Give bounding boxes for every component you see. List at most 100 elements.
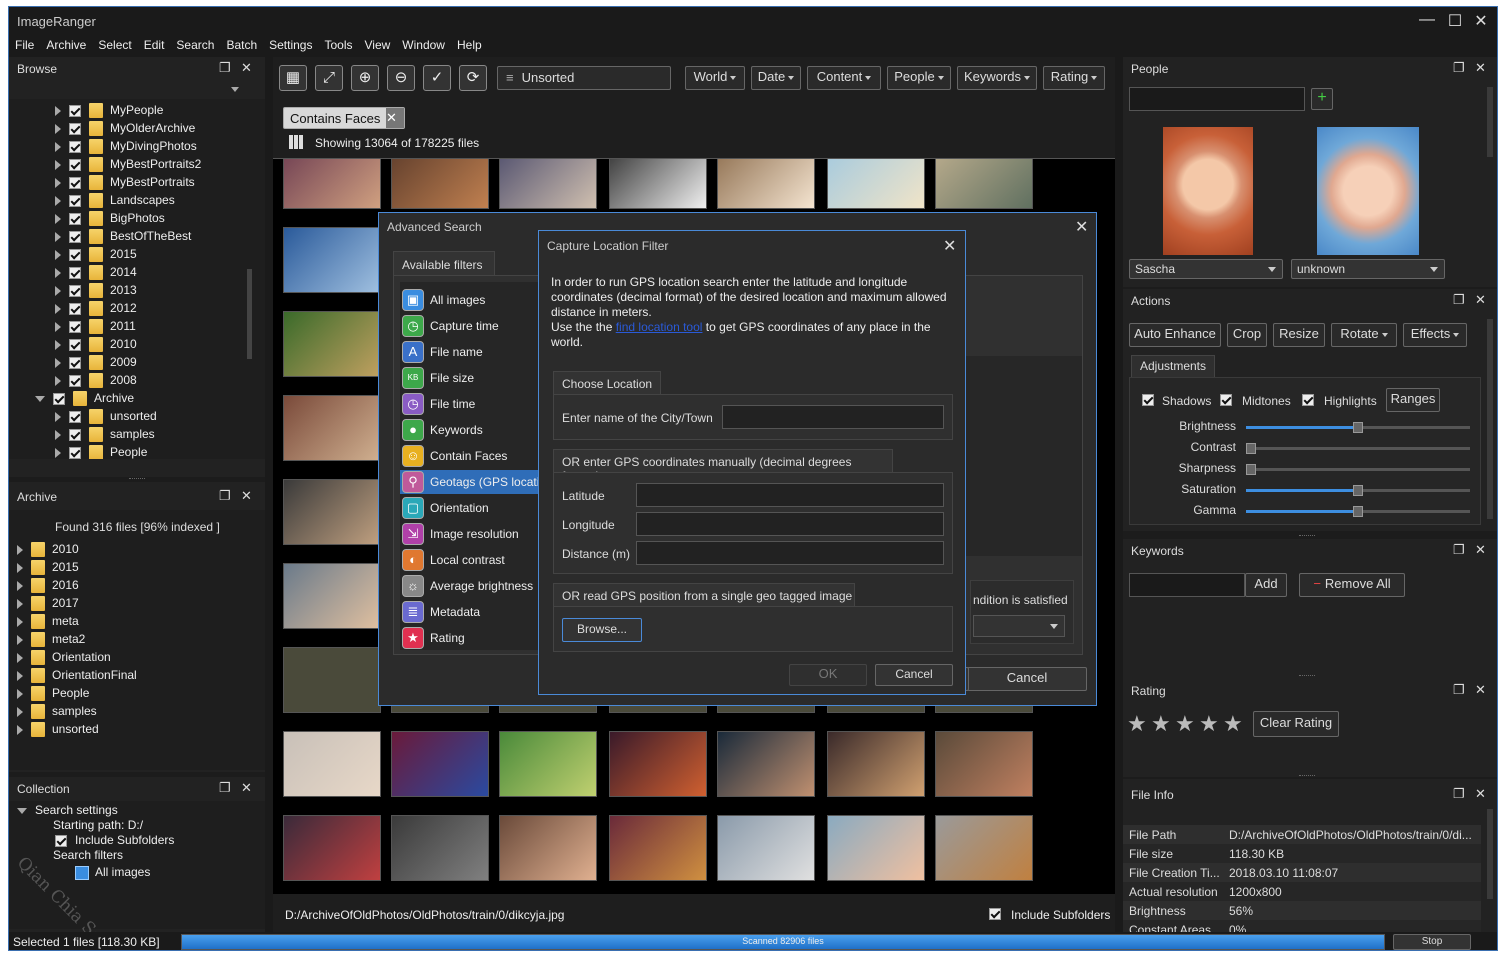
tree-item[interactable]: People (55, 445, 147, 459)
expand-icon[interactable] (55, 213, 61, 224)
filter-item[interactable]: ☺ Contain Faces (400, 444, 552, 468)
cancel-button[interactable]: Cancel (875, 664, 953, 686)
folder-checkbox[interactable] (69, 284, 81, 297)
expand-icon[interactable] (55, 159, 61, 170)
folder-checkbox[interactable] (69, 158, 81, 171)
ok-button[interactable]: OK (789, 664, 867, 686)
expand-icon[interactable] (17, 580, 23, 591)
splitter[interactable] (1299, 675, 1315, 676)
rotate-button[interactable]: Rotate (1331, 323, 1397, 347)
tree-item[interactable]: MyBestPortraits (55, 175, 195, 193)
undock-icon[interactable]: ❐ (1453, 786, 1465, 802)
all-images-row[interactable]: All images (75, 865, 150, 883)
filter-item[interactable]: ▢ Orientation (400, 496, 552, 520)
tree-item[interactable]: MyPeople (55, 103, 163, 121)
expand-icon[interactable] (55, 447, 61, 458)
expand-icon[interactable] (35, 395, 45, 402)
undock-icon[interactable]: ❐ (1453, 292, 1465, 308)
scrollbar[interactable] (1487, 319, 1493, 519)
splitter[interactable] (129, 478, 145, 480)
filter-item[interactable]: ◐ Local contrast (400, 548, 552, 572)
photo-thumbnail[interactable] (499, 731, 597, 797)
archive-tree-item[interactable]: meta (17, 614, 79, 632)
expand-icon[interactable] (17, 724, 23, 735)
tree-item[interactable]: MyOlderArchive (55, 121, 195, 139)
expand-icon[interactable] (55, 177, 61, 188)
filter-item[interactable]: ◷ File time (400, 392, 552, 416)
filter-item[interactable]: A File name (400, 340, 552, 364)
expand-icon[interactable] (55, 357, 61, 368)
people-search-input[interactable] (1129, 87, 1305, 111)
close-icon[interactable]: ✕ (241, 780, 252, 796)
tree-item[interactable]: 2012 (55, 301, 137, 319)
add-person-button[interactable]: + (1311, 88, 1333, 110)
tree-item[interactable]: BestOfTheBest (55, 229, 191, 247)
splitter[interactable] (265, 57, 273, 932)
slider-handle[interactable] (1246, 443, 1256, 454)
filter-keywords-button[interactable]: Keywords (957, 66, 1037, 90)
folder-checkbox[interactable] (69, 356, 81, 369)
filter-item[interactable]: ▣ All images (400, 288, 552, 312)
menu-item[interactable]: Select (92, 35, 137, 52)
condition-select[interactable] (973, 615, 1065, 637)
expand-icon[interactable] (17, 562, 23, 573)
scrollbar[interactable] (1487, 809, 1493, 899)
photo-thumbnail[interactable] (609, 815, 707, 881)
scrollbar[interactable] (247, 269, 252, 359)
photo-thumbnail[interactable] (283, 563, 381, 629)
splitter[interactable] (1115, 57, 1123, 932)
expand-icon[interactable] (55, 375, 61, 386)
include-subfolders-checkbox[interactable] (989, 908, 1001, 920)
menu-item[interactable]: Window (396, 35, 451, 52)
folder-checkbox[interactable] (53, 392, 65, 405)
person-name-select[interactable]: Sascha (1129, 259, 1283, 279)
photo-thumbnail[interactable] (283, 731, 381, 797)
include-subfolders-checkbox[interactable] (55, 834, 67, 847)
archive-tree[interactable]: 2010 2015 2016 2017 meta meta2 Orientation Orie… (9, 542, 265, 762)
folder-checkbox[interactable] (69, 320, 81, 333)
archive-tree-item[interactable]: 2015 (17, 560, 79, 578)
close-icon[interactable]: ✕ (1475, 542, 1486, 558)
tree-item[interactable]: 2009 (55, 355, 137, 373)
expand-icon[interactable] (55, 267, 61, 278)
tree-item[interactable]: 2015 (55, 247, 137, 265)
tree-item[interactable]: 2014 (55, 265, 137, 283)
photo-thumbnail[interactable] (283, 159, 381, 209)
keyword-input[interactable] (1129, 573, 1245, 597)
close-icon[interactable]: ✕ (943, 236, 956, 256)
archive-tree-item[interactable]: OrientationFinal (17, 668, 137, 686)
folder-checkbox[interactable] (69, 122, 81, 135)
photo-thumbnail[interactable] (391, 731, 489, 797)
filter-item[interactable]: ⚲ Geotags (GPS locati (400, 470, 552, 494)
remove-all-button[interactable]: − Remove All (1299, 573, 1405, 597)
folder-checkbox[interactable] (69, 176, 81, 189)
tree-item[interactable]: 2011 (55, 319, 136, 337)
contains-faces-tag[interactable]: Contains Faces ✕ (283, 107, 405, 129)
star-icon[interactable]: ★ (1151, 711, 1171, 737)
expand-icon[interactable] (55, 411, 61, 422)
menu-item[interactable]: Settings (263, 35, 318, 52)
star-icon[interactable]: ★ (1199, 711, 1219, 737)
fit-icon[interactable]: ⤢ (315, 65, 343, 91)
expand-icon[interactable] (17, 616, 23, 627)
chevron-down-icon[interactable] (231, 87, 239, 92)
expand-icon[interactable] (17, 598, 23, 609)
menu-item[interactable]: Batch (220, 35, 263, 52)
slider-handle[interactable] (1353, 506, 1363, 517)
slider-handle[interactable] (1353, 422, 1363, 433)
auto-enhance-button[interactable]: Auto Enhance (1129, 323, 1221, 347)
filter-content-button[interactable]: Content (807, 66, 881, 90)
latitude-input[interactable] (636, 483, 944, 507)
archive-tree-item[interactable]: 2010 (17, 542, 79, 560)
rating-stars[interactable]: ★ ★ ★ ★ ★ (1127, 711, 1257, 737)
minimize-icon[interactable]: — (1417, 11, 1437, 29)
advanced-cancel-button[interactable]: Cancel (967, 667, 1087, 691)
folder-checkbox[interactable] (69, 428, 81, 441)
browse-button[interactable]: Browse... (562, 618, 642, 642)
tree-item[interactable]: Archive (35, 391, 134, 409)
close-icon[interactable]: ✕ (1475, 786, 1486, 802)
expand-icon[interactable] (17, 652, 23, 663)
adjustments-tab[interactable]: Adjustments (1131, 355, 1215, 377)
photo-thumbnail[interactable] (827, 815, 925, 881)
expand-icon[interactable] (55, 339, 61, 350)
